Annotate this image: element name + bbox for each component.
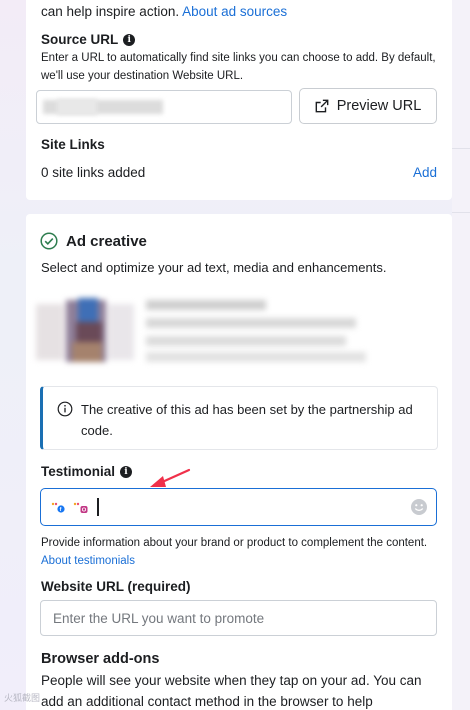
partnership-notice-text: The creative of this ad has been set by … — [81, 402, 413, 438]
external-link-icon — [315, 99, 329, 113]
source-url-input[interactable] — [36, 90, 292, 124]
blurred-text-line — [146, 352, 366, 362]
about-ad-sources-link[interactable]: About ad sources — [182, 4, 287, 19]
ad-creative-header: Ad creative — [40, 232, 147, 250]
site-links-label: Site Links — [41, 137, 105, 152]
blurred-url-value-highlight — [57, 99, 97, 115]
preview-url-label: Preview URL — [336, 98, 422, 114]
emoji-icon[interactable] — [410, 498, 428, 516]
site-links-count: 0 site links added — [41, 165, 146, 180]
about-testimonials-link[interactable]: About testimonials — [41, 555, 135, 567]
blurred-text-line — [146, 300, 266, 310]
ad-creative-card: Ad creative Select and optimize your ad … — [26, 214, 452, 710]
info-circle-icon — [57, 401, 73, 417]
check-circle-icon — [40, 232, 58, 250]
testimonial-heading: Testimonial i — [41, 464, 133, 479]
testimonial-help: Provide information about your brand or … — [41, 534, 441, 570]
blurred-ad-preview — [36, 296, 366, 366]
testimonial-label: Testimonial — [41, 464, 116, 479]
source-card: can help inspire action. About ad source… — [26, 0, 452, 200]
testimonial-help-text: Provide information about your brand or … — [41, 537, 428, 549]
platform-icons: f — [51, 502, 88, 513]
ad-creative-subtitle: Select and optimize your ad text, media … — [41, 260, 387, 275]
website-url-field[interactable] — [40, 600, 437, 636]
ad-sources-intro: can help inspire action. About ad source… — [41, 4, 287, 19]
browser-add-ons-help: People will see your website when they t… — [41, 673, 422, 709]
svg-text:f: f — [60, 507, 62, 513]
text-cursor — [97, 498, 99, 516]
blurred-media-thumbnail — [36, 296, 136, 364]
source-url-heading: Source URL i — [41, 32, 136, 47]
blurred-text-line — [146, 336, 346, 346]
screenshot-watermark: 火狐截图 — [4, 693, 41, 703]
blurred-text-line — [146, 318, 356, 328]
source-url-help: Enter a URL to automatically find site l… — [41, 52, 436, 82]
intro-text: can help inspire action. — [41, 4, 180, 19]
info-icon[interactable]: i — [123, 33, 136, 46]
browser-add-ons-label: Browser add-ons — [41, 651, 160, 667]
add-site-link-button[interactable]: Add — [413, 165, 437, 180]
website-url-label: Website URL (required) — [41, 579, 191, 594]
source-url-label: Source URL — [41, 32, 119, 47]
ad-creative-title: Ad creative — [66, 232, 147, 250]
right-edge-panel — [452, 0, 470, 710]
testimonial-input[interactable]: f — [40, 488, 437, 526]
info-icon[interactable]: i — [120, 465, 133, 478]
website-url-input[interactable] — [41, 601, 436, 635]
preview-url-button[interactable]: Preview URL — [299, 88, 437, 124]
partnership-notice: The creative of this ad has been set by … — [40, 386, 438, 450]
